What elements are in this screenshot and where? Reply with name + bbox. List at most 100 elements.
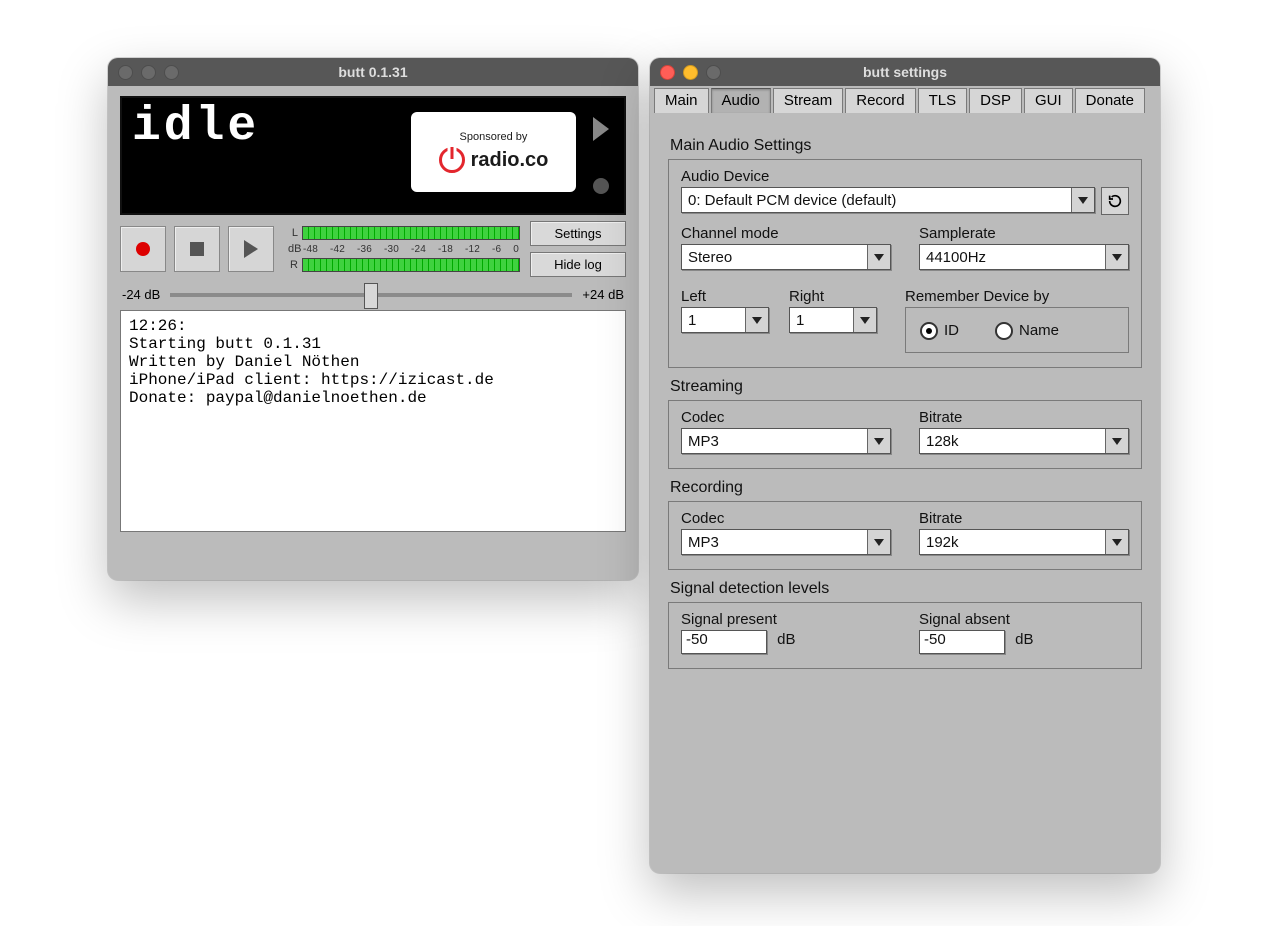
stop-button[interactable]: [174, 226, 220, 272]
tab-record[interactable]: Record: [845, 88, 915, 113]
gain-max-label: +24 dB: [582, 287, 624, 302]
signal-present-label: Signal present: [681, 611, 891, 628]
remember-device-group: ID Name: [905, 307, 1129, 353]
close-icon[interactable]: [118, 65, 133, 80]
status-dot-icon[interactable]: [593, 178, 609, 194]
chevron-down-icon: [853, 308, 876, 332]
recording-group: Codec MP3 Bitrate 192k: [668, 501, 1142, 570]
chevron-down-icon: [1105, 429, 1128, 453]
db-tick: -24: [411, 244, 426, 255]
db-tick: -42: [330, 244, 345, 255]
record-button[interactable]: [120, 226, 166, 272]
streaming-bitrate-select[interactable]: 128k: [919, 428, 1129, 454]
minimize-icon[interactable]: [141, 65, 156, 80]
signal-absent-input[interactable]: -50: [919, 630, 1005, 654]
settings-titlebar: butt settings: [650, 58, 1160, 86]
remember-name-label: Name: [1019, 322, 1059, 339]
meter-l-label: L: [288, 227, 302, 239]
refresh-icon: [1107, 193, 1123, 209]
log-output[interactable]: 12:26: Starting butt 0.1.31 Written by D…: [120, 310, 626, 532]
recording-bitrate-label: Bitrate: [919, 510, 1129, 527]
radio-icon: [995, 322, 1013, 340]
streaming-codec-select[interactable]: MP3: [681, 428, 891, 454]
tab-main[interactable]: Main: [654, 88, 709, 113]
refresh-devices-button[interactable]: [1101, 187, 1129, 215]
traffic-lights-main: [108, 65, 179, 80]
recording-bitrate-value: 192k: [926, 534, 1105, 551]
recording-bitrate-select[interactable]: 192k: [919, 529, 1129, 555]
traffic-lights-settings: [650, 65, 721, 80]
channel-mode-select[interactable]: Stereo: [681, 244, 891, 270]
main-window-title: butt 0.1.31: [108, 64, 638, 80]
settings-window: butt settings MainAudioStreamRecordTLSDS…: [650, 58, 1160, 873]
samplerate-label: Samplerate: [919, 225, 1129, 242]
sponsor-logo: radio.co: [439, 147, 549, 173]
play-icon: [244, 240, 258, 258]
audio-device-select[interactable]: 0: Default PCM device (default): [681, 187, 1095, 213]
gain-thumb[interactable]: [364, 283, 378, 309]
db-tick: -48: [303, 244, 318, 255]
tab-stream[interactable]: Stream: [773, 88, 843, 113]
chevron-down-icon: [1105, 530, 1128, 554]
lcd-display: idle Sponsored by radio.co: [120, 96, 626, 215]
tab-tls[interactable]: TLS: [918, 88, 968, 113]
level-meters: L dB -48-42-36-30-24-18-12-60 R: [288, 226, 520, 272]
db-tick: -18: [438, 244, 453, 255]
minimize-icon[interactable]: [683, 65, 698, 80]
recording-codec-label: Codec: [681, 510, 891, 527]
lcd-status-text: idle: [122, 98, 269, 213]
play-button[interactable]: [228, 226, 274, 272]
db-tick: -6: [492, 244, 501, 255]
settings-tabs: MainAudioStreamRecordTLSDSPGUIDonate: [650, 86, 1160, 113]
streaming-bitrate-value: 128k: [926, 433, 1105, 450]
tab-audio[interactable]: Audio: [711, 88, 771, 113]
remember-device-label: Remember Device by: [905, 288, 1129, 305]
left-channel-value: 1: [688, 312, 745, 329]
right-channel-label: Right: [789, 288, 877, 305]
main-titlebar: butt 0.1.31: [108, 58, 638, 86]
db-tick: -30: [384, 244, 399, 255]
tab-dsp[interactable]: DSP: [969, 88, 1022, 113]
audio-device-value: 0: Default PCM device (default): [688, 192, 1071, 209]
right-channel-select[interactable]: 1: [789, 307, 877, 333]
record-icon: [136, 242, 150, 256]
stop-icon: [190, 242, 204, 256]
samplerate-value: 44100Hz: [926, 249, 1105, 266]
signal-absent-label: Signal absent: [919, 611, 1129, 628]
settings-window-title: butt settings: [650, 64, 1160, 80]
tab-donate[interactable]: Donate: [1075, 88, 1145, 113]
remember-id-label: ID: [944, 322, 959, 339]
meter-right: [302, 258, 520, 272]
db-tick: -36: [357, 244, 372, 255]
audio-panel: Main Audio Settings Audio Device 0: Defa…: [650, 113, 1160, 683]
db-tick: 0: [513, 244, 519, 255]
sponsor-box[interactable]: Sponsored by radio.co: [411, 112, 576, 192]
signal-present-input[interactable]: -50: [681, 630, 767, 654]
power-icon: [439, 147, 465, 173]
meter-db-label: dB: [288, 243, 302, 255]
settings-button[interactable]: Settings: [530, 221, 626, 246]
chevron-down-icon: [867, 245, 890, 269]
remember-id-radio[interactable]: ID: [920, 322, 959, 340]
close-icon[interactable]: [660, 65, 675, 80]
chevron-down-icon: [867, 530, 890, 554]
recording-codec-value: MP3: [688, 534, 867, 551]
hide-log-button[interactable]: Hide log: [530, 252, 626, 277]
left-channel-select[interactable]: 1: [681, 307, 769, 333]
zoom-icon[interactable]: [164, 65, 179, 80]
recording-codec-select[interactable]: MP3: [681, 529, 891, 555]
streaming-group: Codec MP3 Bitrate 128k: [668, 400, 1142, 469]
signal-group: Signal present -50 dB Signal absent -50 …: [668, 602, 1142, 669]
audio-device-label: Audio Device: [681, 168, 1129, 185]
gain-slider[interactable]: [170, 293, 572, 297]
db-unit-2: dB: [1015, 631, 1033, 648]
streaming-title: Streaming: [670, 378, 1142, 396]
gain-slider-row: -24 dB +24 dB: [122, 287, 624, 302]
play-indicator-icon[interactable]: [593, 117, 609, 141]
streaming-codec-label: Codec: [681, 409, 891, 426]
remember-name-radio[interactable]: Name: [995, 322, 1059, 340]
samplerate-select[interactable]: 44100Hz: [919, 244, 1129, 270]
zoom-icon[interactable]: [706, 65, 721, 80]
tab-gui[interactable]: GUI: [1024, 88, 1073, 113]
chevron-down-icon: [745, 308, 768, 332]
